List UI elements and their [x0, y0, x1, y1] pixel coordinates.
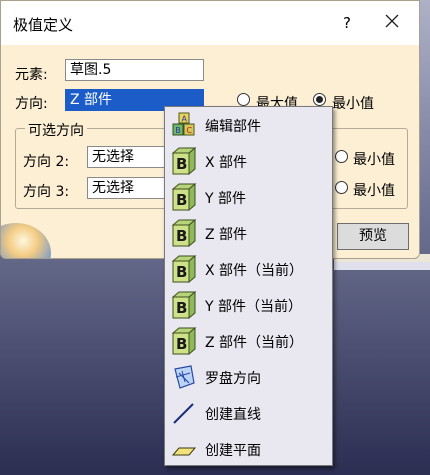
svg-text:B: B: [175, 126, 181, 135]
menu-item-label: 创建直线: [205, 407, 261, 423]
menu-item-label: X 部件（当前）: [205, 263, 304, 279]
line-icon: [173, 403, 194, 424]
direction2-field[interactable]: 无选择: [87, 146, 167, 168]
direction3-label: 方向 3:: [23, 184, 70, 200]
direction3-field[interactable]: 无选择: [87, 177, 167, 199]
menu-item-x-component[interactable]: B X 部件: [165, 143, 332, 179]
b-cube-icon: B: [171, 219, 197, 247]
menu-item-label: Y 部件: [205, 191, 247, 207]
element-field[interactable]: 草图.5: [65, 59, 204, 81]
menu-item-label: 罗盘方向: [205, 371, 261, 387]
compass-icon: [174, 365, 195, 389]
menu-item-z-component-current[interactable]: B Z 部件（当前）: [165, 323, 332, 359]
b-cube-icon: B: [171, 183, 197, 211]
direction2-min-radio[interactable]: [335, 150, 348, 163]
menu-item-create-plane[interactable]: 创建平面: [165, 431, 332, 467]
menu-item-label: 创建平面: [205, 443, 261, 459]
menu-item-y-component-current[interactable]: B Y 部件（当前）: [165, 287, 332, 323]
menu-item-label: Z 部件（当前）: [205, 335, 304, 351]
dialog-title: 极值定义: [13, 16, 74, 34]
menu-item-create-line[interactable]: 创建直线: [165, 395, 332, 431]
menu-item-label: 编辑部件: [205, 119, 261, 135]
max-radio[interactable]: [237, 93, 250, 106]
svg-text:B: B: [176, 155, 187, 173]
svg-text:B: B: [176, 191, 187, 209]
globe-decoration: [1, 223, 51, 258]
menu-item-x-component-current[interactable]: B X 部件（当前）: [165, 251, 332, 287]
min-radio[interactable]: [313, 93, 326, 106]
menu-item-label: Z 部件: [205, 227, 248, 243]
close-icon: [385, 14, 399, 28]
b-cube-icon: B: [171, 147, 197, 175]
menu-item-z-component[interactable]: B Z 部件: [165, 215, 332, 251]
close-button[interactable]: [377, 10, 407, 36]
direction2-label: 方向 2:: [23, 154, 70, 170]
svg-text:C: C: [187, 126, 193, 135]
svg-text:B: B: [176, 299, 187, 317]
preview-button[interactable]: 预览: [337, 223, 409, 250]
svg-text:A: A: [182, 115, 188, 124]
b-cube-icon: B: [171, 255, 197, 283]
background-stripe: [334, 262, 430, 270]
plane-icon: [171, 447, 197, 456]
context-menu: A B C 编辑部件 B X 部件 B Y 部件 B Z 部件 B X 部件（当…: [164, 106, 333, 466]
menu-item-edit-components[interactable]: A B C 编辑部件: [165, 107, 332, 143]
b-cube-icon: B: [171, 291, 197, 319]
abc-cubes-icon: A B C: [172, 112, 195, 136]
help-button[interactable]: ?: [335, 11, 359, 35]
svg-text:B: B: [176, 227, 187, 245]
direction3-min-radio[interactable]: [335, 181, 348, 194]
b-cube-icon: B: [171, 327, 197, 355]
direction2-min-label: 最小值: [353, 152, 395, 168]
menu-item-label: X 部件: [205, 155, 248, 171]
svg-text:B: B: [176, 335, 187, 353]
svg-text:B: B: [176, 263, 187, 281]
menu-item-compass-direction[interactable]: 罗盘方向: [165, 359, 332, 395]
title-bar: 极值定义 ?: [1, 1, 419, 45]
direction3-min-label: 最小值: [353, 183, 395, 199]
direction-label: 方向:: [15, 96, 48, 112]
menu-item-label: Y 部件（当前）: [205, 299, 303, 315]
menu-item-y-component[interactable]: B Y 部件: [165, 179, 332, 215]
min-radio-label: 最小值: [332, 96, 374, 112]
element-label: 元素:: [15, 67, 48, 83]
optional-directions-title: 可选方向: [25, 120, 87, 140]
